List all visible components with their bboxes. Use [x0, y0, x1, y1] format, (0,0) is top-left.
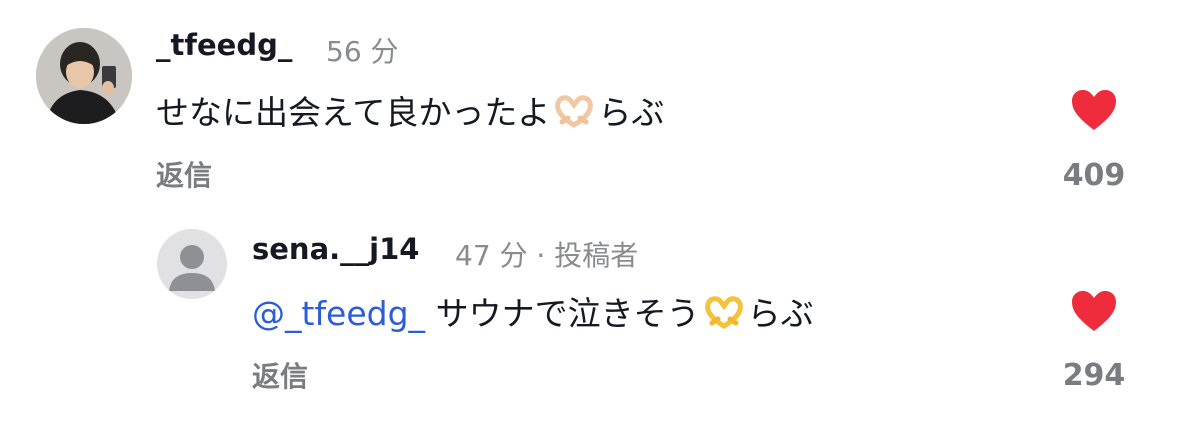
username[interactable]: sena.__j14 [252, 232, 419, 266]
comment-text-tail: らぶ [598, 93, 665, 132]
heart-hands-emoji [554, 94, 594, 128]
like-count: 409 [1062, 158, 1126, 193]
timestamp-author-tag: 47 分 · 投稿者 [455, 239, 639, 272]
heart-hands-emoji [704, 295, 744, 329]
avatar[interactable] [36, 28, 132, 124]
reply-button[interactable]: 返信 [252, 355, 308, 395]
reply-text: @_tfeedg_ サウナで泣きそう らぶ [252, 287, 814, 335]
like-heart-icon[interactable] [1070, 88, 1118, 132]
like-heart-icon[interactable] [1070, 289, 1118, 333]
reply-text-tail: らぶ [747, 294, 814, 333]
reply-button[interactable]: 返信 [156, 154, 212, 194]
comment-text: せなに出会えて良かったよ らぶ [156, 86, 664, 134]
mention-link[interactable]: @_tfeedg_ [252, 294, 425, 333]
comment-text-body: せなに出会えて良かったよ [156, 93, 551, 132]
default-avatar-icon[interactable] [157, 229, 227, 299]
timestamp: 56 分 [326, 35, 399, 68]
like-count: 294 [1062, 358, 1126, 393]
reply-text-body: サウナで泣きそう [435, 294, 700, 333]
username[interactable]: _tfeedg_ [156, 28, 292, 62]
